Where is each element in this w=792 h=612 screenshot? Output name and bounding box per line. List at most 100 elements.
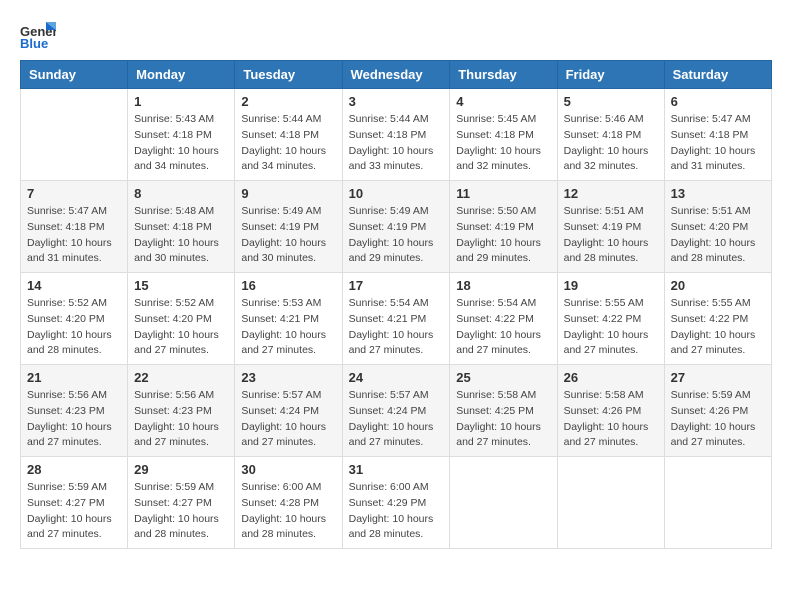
svg-text:Blue: Blue [20, 36, 48, 50]
day-number: 2 [241, 94, 335, 109]
day-number: 18 [456, 278, 550, 293]
day-info: Sunrise: 5:45 AMSunset: 4:18 PMDaylight:… [456, 112, 550, 175]
day-info: Sunrise: 5:55 AMSunset: 4:22 PMDaylight:… [564, 296, 658, 359]
calendar-cell: 26 Sunrise: 5:58 AMSunset: 4:26 PMDayligh… [557, 365, 664, 457]
day-number: 10 [349, 186, 444, 201]
weekday-header-tuesday: Tuesday [235, 61, 342, 89]
weekday-header-friday: Friday [557, 61, 664, 89]
day-info: Sunrise: 5:51 AMSunset: 4:20 PMDaylight:… [671, 204, 765, 267]
calendar-cell: 14 Sunrise: 5:52 AMSunset: 4:20 PMDayligh… [21, 273, 128, 365]
calendar-cell: 5 Sunrise: 5:46 AMSunset: 4:18 PMDaylight… [557, 89, 664, 181]
day-number: 1 [134, 94, 228, 109]
calendar-cell: 2 Sunrise: 5:44 AMSunset: 4:18 PMDaylight… [235, 89, 342, 181]
calendar-cell: 28Sunrise: 5:59 AMSunset: 4:27 PMDayligh… [21, 457, 128, 549]
day-number: 7 [27, 186, 121, 201]
day-number: 11 [456, 186, 550, 201]
calendar-cell: 29Sunrise: 5:59 AMSunset: 4:27 PMDayligh… [128, 457, 235, 549]
day-number: 5 [564, 94, 658, 109]
day-info: Sunrise: 5:58 AMSunset: 4:25 PMDaylight:… [456, 388, 550, 451]
day-number: 22 [134, 370, 228, 385]
day-number: 4 [456, 94, 550, 109]
day-number: 8 [134, 186, 228, 201]
calendar-table: SundayMondayTuesdayWednesdayThursdayFrid… [20, 60, 772, 549]
calendar-cell [664, 457, 771, 549]
day-number: 31 [349, 462, 444, 477]
day-number: 19 [564, 278, 658, 293]
calendar-cell [21, 89, 128, 181]
calendar-week-row: 7 Sunrise: 5:47 AMSunset: 4:18 PMDaylight… [21, 181, 772, 273]
day-info: Sunrise: 5:50 AMSunset: 4:19 PMDaylight:… [456, 204, 550, 267]
calendar-week-row: 28Sunrise: 5:59 AMSunset: 4:27 PMDayligh… [21, 457, 772, 549]
calendar-cell: 31 Sunrise: 6:00 AMSunset: 4:29 PMDayligh… [342, 457, 450, 549]
day-info: Sunrise: 5:43 AMSunset: 4:18 PMDaylight:… [134, 112, 228, 175]
day-number: 3 [349, 94, 444, 109]
day-number: 14 [27, 278, 121, 293]
calendar-cell: 10 Sunrise: 5:49 AMSunset: 4:19 PMDayligh… [342, 181, 450, 273]
day-number: 30 [241, 462, 335, 477]
calendar-week-row: 21 Sunrise: 5:56 AMSunset: 4:23 PMDayligh… [21, 365, 772, 457]
day-info: Sunrise: 5:56 AMSunset: 4:23 PMDaylight:… [27, 388, 121, 451]
day-number: 21 [27, 370, 121, 385]
day-number: 16 [241, 278, 335, 293]
day-info: Sunrise: 5:49 AMSunset: 4:19 PMDaylight:… [349, 204, 444, 267]
day-info: Sunrise: 5:58 AMSunset: 4:26 PMDaylight:… [564, 388, 658, 451]
calendar-cell [450, 457, 557, 549]
calendar-cell: 3Sunrise: 5:44 AMSunset: 4:18 PMDaylight… [342, 89, 450, 181]
weekday-header-thursday: Thursday [450, 61, 557, 89]
day-number: 6 [671, 94, 765, 109]
day-number: 23 [241, 370, 335, 385]
day-info: Sunrise: 5:57 AMSunset: 4:24 PMDaylight:… [349, 388, 444, 451]
weekday-header-monday: Monday [128, 61, 235, 89]
calendar-cell: 4 Sunrise: 5:45 AMSunset: 4:18 PMDaylight… [450, 89, 557, 181]
day-info: Sunrise: 5:46 AMSunset: 4:18 PMDaylight:… [564, 112, 658, 175]
calendar-cell: 22 Sunrise: 5:56 AMSunset: 4:23 PMDayligh… [128, 365, 235, 457]
day-number: 25 [456, 370, 550, 385]
day-info: Sunrise: 5:59 AMSunset: 4:27 PMDaylight:… [27, 480, 121, 543]
day-number: 12 [564, 186, 658, 201]
day-info: Sunrise: 5:52 AMSunset: 4:20 PMDaylight:… [27, 296, 121, 359]
day-info: Sunrise: 5:57 AMSunset: 4:24 PMDaylight:… [241, 388, 335, 451]
day-number: 24 [349, 370, 444, 385]
calendar-cell: 21 Sunrise: 5:56 AMSunset: 4:23 PMDayligh… [21, 365, 128, 457]
calendar-week-row: 14 Sunrise: 5:52 AMSunset: 4:20 PMDayligh… [21, 273, 772, 365]
calendar-cell: 23 Sunrise: 5:57 AMSunset: 4:24 PMDayligh… [235, 365, 342, 457]
calendar-cell: 8Sunrise: 5:48 AMSunset: 4:18 PMDaylight… [128, 181, 235, 273]
day-info: Sunrise: 5:54 AMSunset: 4:21 PMDaylight:… [349, 296, 444, 359]
day-number: 15 [134, 278, 228, 293]
day-number: 9 [241, 186, 335, 201]
calendar-body: 1 Sunrise: 5:43 AMSunset: 4:18 PMDaylight… [21, 89, 772, 549]
day-info: Sunrise: 5:51 AMSunset: 4:19 PMDaylight:… [564, 204, 658, 267]
day-info: Sunrise: 5:54 AMSunset: 4:22 PMDaylight:… [456, 296, 550, 359]
calendar-cell [557, 457, 664, 549]
day-number: 26 [564, 370, 658, 385]
day-info: Sunrise: 5:56 AMSunset: 4:23 PMDaylight:… [134, 388, 228, 451]
calendar-cell: 20 Sunrise: 5:55 AMSunset: 4:22 PMDayligh… [664, 273, 771, 365]
day-info: Sunrise: 5:44 AMSunset: 4:18 PMDaylight:… [241, 112, 335, 175]
calendar-header-row: SundayMondayTuesdayWednesdayThursdayFrid… [21, 61, 772, 89]
calendar-cell: 19 Sunrise: 5:55 AMSunset: 4:22 PMDayligh… [557, 273, 664, 365]
calendar-week-row: 1 Sunrise: 5:43 AMSunset: 4:18 PMDaylight… [21, 89, 772, 181]
day-info: Sunrise: 5:47 AMSunset: 4:18 PMDaylight:… [27, 204, 121, 267]
page-header: General Blue [20, 20, 772, 50]
logo-icon: General Blue [20, 20, 56, 50]
calendar-cell: 25 Sunrise: 5:58 AMSunset: 4:25 PMDayligh… [450, 365, 557, 457]
calendar-cell: 16Sunrise: 5:53 AMSunset: 4:21 PMDayligh… [235, 273, 342, 365]
day-number: 20 [671, 278, 765, 293]
calendar-cell: 7 Sunrise: 5:47 AMSunset: 4:18 PMDaylight… [21, 181, 128, 273]
calendar-cell: 15 Sunrise: 5:52 AMSunset: 4:20 PMDayligh… [128, 273, 235, 365]
calendar-cell: 1 Sunrise: 5:43 AMSunset: 4:18 PMDaylight… [128, 89, 235, 181]
calendar-cell: 17 Sunrise: 5:54 AMSunset: 4:21 PMDayligh… [342, 273, 450, 365]
day-info: Sunrise: 5:55 AMSunset: 4:22 PMDaylight:… [671, 296, 765, 359]
calendar-cell: 6 Sunrise: 5:47 AMSunset: 4:18 PMDaylight… [664, 89, 771, 181]
day-info: Sunrise: 6:00 AMSunset: 4:29 PMDaylight:… [349, 480, 444, 543]
calendar-cell: 30Sunrise: 6:00 AMSunset: 4:28 PMDayligh… [235, 457, 342, 549]
day-info: Sunrise: 5:59 AMSunset: 4:27 PMDaylight:… [134, 480, 228, 543]
day-info: Sunrise: 5:52 AMSunset: 4:20 PMDaylight:… [134, 296, 228, 359]
day-number: 17 [349, 278, 444, 293]
day-info: Sunrise: 5:47 AMSunset: 4:18 PMDaylight:… [671, 112, 765, 175]
day-info: Sunrise: 5:49 AMSunset: 4:19 PMDaylight:… [241, 204, 335, 267]
calendar-cell: 11 Sunrise: 5:50 AMSunset: 4:19 PMDayligh… [450, 181, 557, 273]
weekday-header-saturday: Saturday [664, 61, 771, 89]
day-number: 27 [671, 370, 765, 385]
logo: General Blue [20, 20, 60, 50]
